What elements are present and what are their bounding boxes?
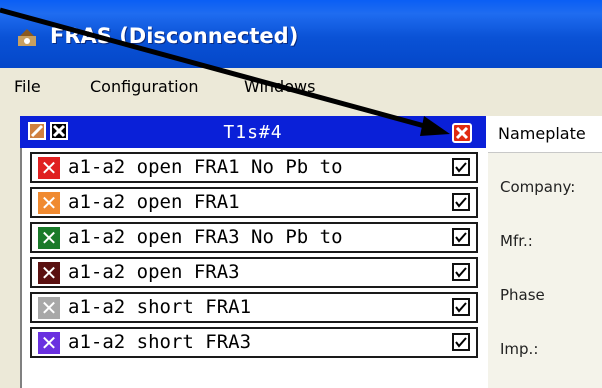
remove-trace-icon[interactable]: ✕: [38, 157, 60, 179]
checkbox-icon[interactable]: [452, 193, 470, 211]
checkbox-icon[interactable]: [452, 263, 470, 281]
trace-label: a1-a2 open FRA1 No Pb to: [68, 156, 343, 178]
panel-title: T1s#4: [223, 122, 283, 143]
nameplate-label: Nameplate: [498, 124, 586, 143]
title-bar[interactable]: FRAS (Disconnected): [0, 0, 602, 68]
trace-label: a1-a2 short FRA3: [68, 331, 252, 353]
menu-configuration[interactable]: Configuration: [90, 77, 199, 96]
menu-file[interactable]: File: [14, 77, 41, 96]
trace-row[interactable]: ✕ a1-a2 short FRA1: [30, 292, 478, 323]
trace-row[interactable]: ✕ a1-a2 open FRA1 No Pb to: [30, 152, 478, 183]
nameplate-tab[interactable]: Nameplate: [488, 116, 602, 153]
trace-row[interactable]: ✕ a1-a2 short FRA3: [30, 327, 478, 358]
panel-header: T1s#4: [20, 116, 486, 148]
remove-trace-icon[interactable]: ✕: [38, 227, 60, 249]
manufacturer-label: Mfr.:: [500, 232, 533, 250]
trace-label: a1-a2 open FRA3: [68, 261, 240, 283]
checkbox-icon[interactable]: [452, 298, 470, 316]
remove-trace-icon[interactable]: ✕: [38, 297, 60, 319]
menu-bar: File Configuration Windows: [0, 68, 602, 106]
phase-label: Phase: [500, 286, 545, 304]
remove-trace-icon[interactable]: ✕: [38, 262, 60, 284]
trace-label: a1-a2 open FRA1: [68, 191, 240, 213]
checkbox-icon[interactable]: [452, 228, 470, 246]
remove-trace-icon[interactable]: ✕: [38, 332, 60, 354]
trace-row[interactable]: ✕ a1-a2 open FRA3: [30, 257, 478, 288]
menu-windows[interactable]: Windows: [244, 77, 315, 96]
trace-row[interactable]: ✕ a1-a2 open FRA3 No Pb to: [30, 222, 478, 253]
impedance-label: Imp.:: [500, 340, 539, 358]
trace-label: a1-a2 open FRA3 No Pb to: [68, 226, 343, 248]
checkbox-icon[interactable]: [452, 333, 470, 351]
company-label: Company:: [500, 178, 576, 196]
window-title: FRAS (Disconnected): [50, 24, 299, 48]
app-icon: [18, 29, 36, 46]
close-panel-icon[interactable]: [452, 123, 472, 143]
trace-row[interactable]: ✕ a1-a2 open FRA1: [30, 187, 478, 218]
remove-trace-icon[interactable]: ✕: [38, 192, 60, 214]
checkbox-icon[interactable]: [452, 158, 470, 176]
trace-label: a1-a2 short FRA1: [68, 296, 252, 318]
